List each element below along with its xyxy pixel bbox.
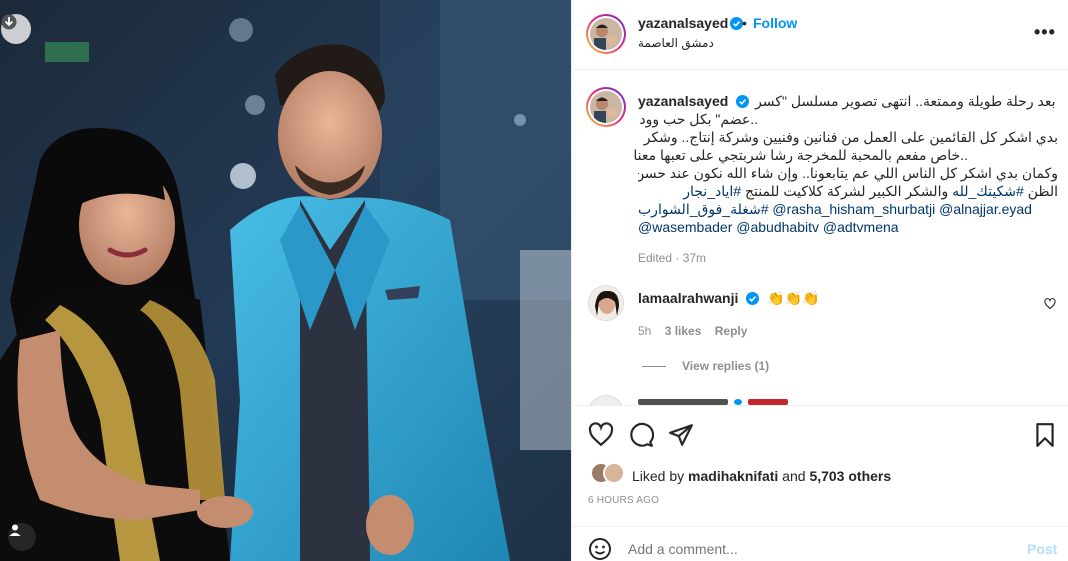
author-avatar-image bbox=[590, 18, 622, 50]
view-replies-label: View replies (1) bbox=[682, 359, 770, 373]
caption-line-2: ..عضم" بكل حب وود bbox=[639, 111, 758, 127]
likes-count-button[interactable]: 5,703 others bbox=[809, 468, 891, 484]
verified-badge-icon bbox=[736, 95, 750, 108]
caption-edited-time: Edited · 37m bbox=[638, 251, 707, 265]
caption-text: والشكر الكبير لشركة كلاكيت للمنتج bbox=[741, 183, 953, 199]
caption-avatar-image bbox=[590, 91, 622, 123]
caption-username[interactable]: yazanalsayed bbox=[638, 93, 728, 109]
post-comment-button[interactable]: Post bbox=[1027, 541, 1057, 557]
verified-badge-icon bbox=[746, 292, 760, 305]
caption-line-6: الظن #شكيتك_لله والشكر الكبير لشركة كلاك… bbox=[638, 182, 1058, 200]
post-timestamp[interactable]: 6 HOURS AGO bbox=[588, 495, 659, 506]
post-header: yazanalsayed • Follow دمشق العاصمة ••• bbox=[572, 0, 1068, 70]
view-replies-button[interactable]: View replies (1) bbox=[642, 359, 769, 373]
caption-line-7: #شغلة_فوق_الشوارب @rasha_hisham_shurbatj… bbox=[638, 200, 1058, 218]
heart-icon[interactable] bbox=[588, 422, 614, 448]
bookmark-icon[interactable] bbox=[1032, 422, 1058, 448]
mention-link[interactable]: @alnajjar.eyad bbox=[939, 201, 1032, 217]
post-location[interactable]: دمشق العاصمة bbox=[638, 36, 714, 50]
caption: yazanalsayed بعد رحلة طويلة وممتعة.. انت… bbox=[633, 92, 1058, 267]
emoji-icon[interactable] bbox=[588, 537, 612, 561]
comment-like-heart-icon[interactable] bbox=[1044, 298, 1056, 310]
post-actions: Liked by madihaknifati and 5,703 others … bbox=[572, 405, 1068, 561]
caption-line-5: وكمان بدي اشكر كل الناس اللي عم يتابعونا… bbox=[638, 165, 1058, 181]
post-photo[interactable] bbox=[0, 0, 571, 561]
mention-link[interactable]: @wasembader bbox=[638, 219, 732, 235]
follow-button[interactable]: Follow bbox=[753, 15, 797, 31]
comment-icon[interactable] bbox=[628, 422, 654, 448]
add-comment-bar: Post bbox=[572, 526, 1068, 561]
tagged-users-button[interactable] bbox=[8, 523, 36, 551]
divider-line bbox=[642, 365, 666, 367]
comment-likes-count[interactable]: 3 likes bbox=[665, 324, 702, 338]
comment-meta: 5h 3 likes Reply bbox=[638, 324, 747, 338]
comment-body: lamaalrahwanji 👏👏👏 bbox=[638, 290, 819, 307]
liker-avatar-2[interactable] bbox=[603, 462, 625, 484]
separator-dot: • bbox=[742, 15, 747, 31]
photo-illustration bbox=[0, 0, 571, 561]
caption-text: الظن bbox=[1023, 183, 1058, 199]
comments-scroll-area[interactable]: yazanalsayed بعد رحلة طويلة وممتعة.. انت… bbox=[572, 71, 1068, 405]
share-icon[interactable] bbox=[668, 422, 694, 448]
caption-line-4: ..خاص مفعم بالمحبة للمخرجة رشا شربتجي عل… bbox=[633, 147, 968, 163]
download-icon bbox=[1, 14, 17, 30]
author-avatar[interactable] bbox=[586, 14, 626, 54]
caption-avatar[interactable] bbox=[586, 87, 626, 127]
user-icon bbox=[9, 524, 21, 536]
next-comment-avatar[interactable] bbox=[588, 395, 624, 405]
mention-link[interactable]: @adtvmena bbox=[823, 219, 899, 235]
comment-avatar[interactable] bbox=[588, 285, 624, 321]
likes-summary: Liked by madihaknifati and 5,703 others bbox=[632, 468, 891, 484]
author-username[interactable]: yazanalsayed bbox=[638, 15, 728, 31]
comment-reply-button[interactable]: Reply bbox=[715, 324, 748, 338]
caption-line-8: @wasembader @abudhabitv @adtvmena bbox=[638, 218, 1058, 236]
comment-text: 👏👏👏 bbox=[767, 290, 820, 306]
mention-link[interactable]: @abudhabitv bbox=[736, 219, 819, 235]
caption-line-3: بدي اشكر كل القائمين على العمل من فنانين… bbox=[643, 129, 1058, 145]
liker-username[interactable]: madihaknifati bbox=[688, 468, 778, 484]
more-options-button[interactable]: ••• bbox=[1034, 22, 1056, 43]
comment-input[interactable] bbox=[628, 541, 988, 557]
hashtag-link[interactable]: #شكيتك_لله bbox=[952, 183, 1024, 199]
caption-line-1: بعد رحلة طويلة وممتعة.. انتهى تصوير مسلس… bbox=[755, 93, 1056, 109]
download-button[interactable] bbox=[1, 14, 31, 44]
comment-username[interactable]: lamaalrahwanji bbox=[638, 290, 738, 306]
likes-middle: and bbox=[778, 468, 810, 484]
post-side-panel: yazanalsayed • Follow دمشق العاصمة ••• y… bbox=[571, 0, 1068, 561]
likes-prefix: Liked by bbox=[632, 468, 689, 484]
mention-link[interactable]: @rasha_hisham_shurbatji bbox=[772, 201, 935, 217]
post-dialog: yazanalsayed • Follow دمشق العاصمة ••• y… bbox=[0, 0, 1068, 561]
comment-avatar-image bbox=[589, 286, 623, 320]
hashtag-link[interactable]: #اياد_نجار bbox=[683, 183, 741, 199]
hashtag-link[interactable]: #شغلة_فوق_الشوارب bbox=[638, 201, 768, 217]
comment-age: 5h bbox=[638, 324, 652, 338]
